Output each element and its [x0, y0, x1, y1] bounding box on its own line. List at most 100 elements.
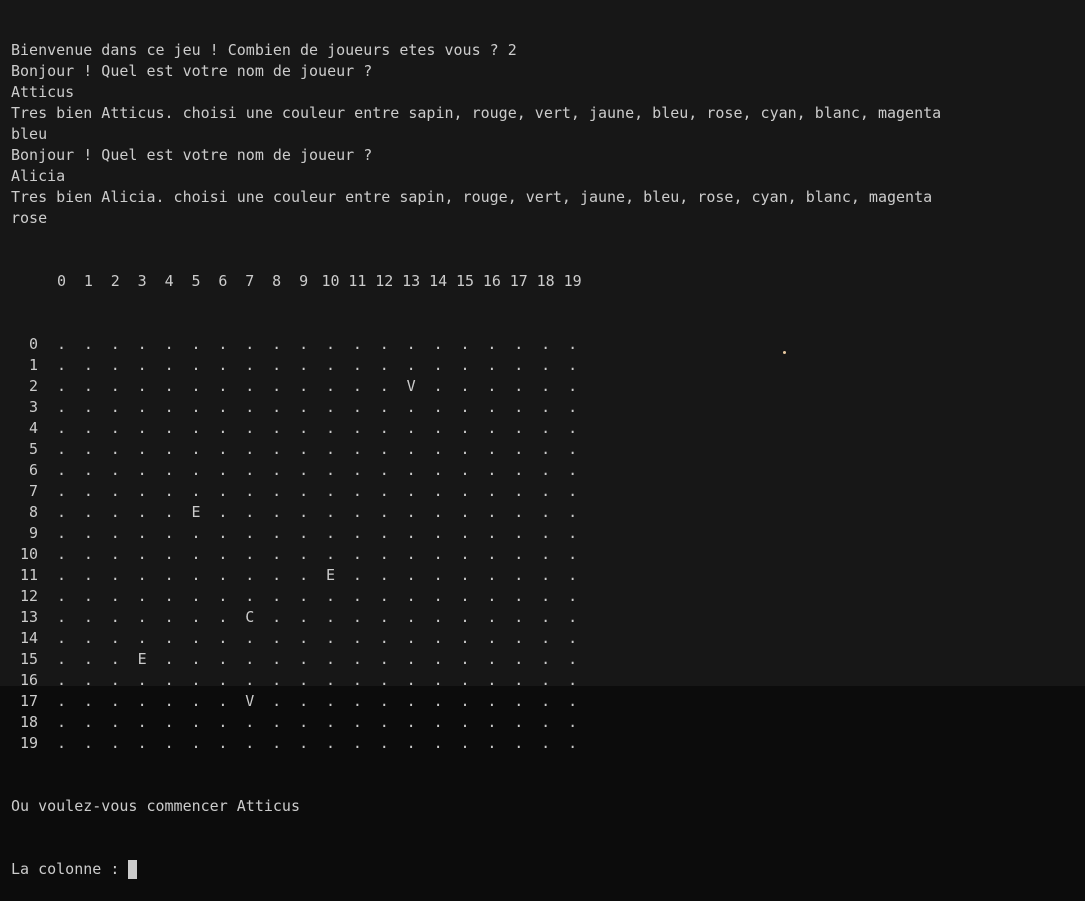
- board-empty-cell: .: [541, 398, 551, 416]
- column-label: 18: [536, 272, 555, 290]
- board-empty-cell: .: [325, 440, 336, 458]
- board-empty-cell: .: [164, 608, 174, 626]
- board-empty-cell: .: [406, 356, 416, 374]
- board-empty-cell: .: [218, 461, 228, 479]
- board-empty-cell: .: [406, 335, 416, 353]
- board-empty-cell: .: [460, 482, 470, 500]
- board-empty-cell: .: [568, 335, 578, 353]
- board-empty-cell: .: [568, 713, 578, 731]
- board-empty-cell: .: [83, 356, 93, 374]
- board-empty-cell: .: [352, 566, 362, 584]
- board-empty-cell: .: [164, 650, 174, 668]
- input-line[interactable]: La colonne :: [11, 859, 941, 880]
- board-empty-cell: .: [56, 692, 67, 710]
- board-row: 1....................: [11, 355, 591, 376]
- board-empty-cell: .: [218, 713, 228, 731]
- board-empty-cell: .: [379, 335, 389, 353]
- board-empty-cell: .: [379, 545, 389, 563]
- board-empty-cell: .: [487, 650, 497, 668]
- row-label: 3: [28, 398, 38, 416]
- board-empty-cell: .: [272, 482, 282, 500]
- board-empty-cell: .: [406, 587, 416, 605]
- board-empty-cell: .: [379, 398, 389, 416]
- board-empty-cell: .: [299, 566, 309, 584]
- board-piece: V: [245, 692, 255, 710]
- board-empty-cell: .: [433, 482, 443, 500]
- board-empty-cell: .: [83, 566, 93, 584]
- board-empty-cell: .: [218, 482, 228, 500]
- column-label: 11: [348, 272, 367, 290]
- column-label: 0: [56, 272, 67, 290]
- board-empty-cell: .: [433, 461, 443, 479]
- board-empty-cell: .: [299, 608, 309, 626]
- board-empty-cell: .: [406, 650, 416, 668]
- board-empty-cell: .: [514, 629, 524, 647]
- column-label: 4: [164, 272, 174, 290]
- column-label: 13: [402, 272, 421, 290]
- board-empty-cell: .: [110, 692, 120, 710]
- board-empty-cell: .: [460, 629, 470, 647]
- board-empty-cell: .: [245, 356, 255, 374]
- board-empty-cell: .: [352, 482, 362, 500]
- board-empty-cell: .: [245, 524, 255, 542]
- board-empty-cell: .: [83, 524, 93, 542]
- board-empty-cell: .: [110, 524, 120, 542]
- row-label: 14: [19, 629, 38, 647]
- board-empty-cell: .: [514, 524, 524, 542]
- board-empty-cell: .: [352, 587, 362, 605]
- board-empty-cell: .: [406, 566, 416, 584]
- board-empty-cell: .: [406, 545, 416, 563]
- board-empty-cell: .: [325, 671, 336, 689]
- board-empty-cell: .: [56, 482, 67, 500]
- board-empty-cell: .: [433, 608, 443, 626]
- board-empty-cell: .: [325, 692, 336, 710]
- board-empty-cell: .: [487, 335, 497, 353]
- board-empty-cell: .: [541, 566, 551, 584]
- board-empty-cell: .: [299, 356, 309, 374]
- board-row: 7....................: [11, 481, 591, 502]
- board-empty-cell: .: [191, 335, 201, 353]
- row-label: 2: [28, 377, 38, 395]
- board-empty-cell: .: [352, 356, 362, 374]
- board-empty-cell: .: [406, 419, 416, 437]
- board-empty-cell: .: [272, 629, 282, 647]
- terminal-line: Alicia: [11, 167, 66, 185]
- board-empty-cell: .: [460, 503, 470, 521]
- board-empty-cell: .: [56, 734, 67, 752]
- terminal-line: Tres bien Alicia. choisi une couleur ent…: [11, 188, 933, 206]
- board-empty-cell: .: [325, 734, 336, 752]
- board-empty-cell: .: [137, 713, 147, 731]
- board-empty-cell: .: [110, 566, 120, 584]
- board-empty-cell: .: [325, 608, 336, 626]
- board-empty-cell: .: [325, 482, 336, 500]
- board-empty-cell: .: [299, 734, 309, 752]
- board-empty-cell: .: [487, 692, 497, 710]
- board-empty-cell: .: [272, 713, 282, 731]
- row-label: 10: [19, 545, 38, 563]
- board-empty-cell: .: [433, 398, 443, 416]
- column-label: 15: [455, 272, 475, 290]
- board-empty-cell: .: [110, 377, 120, 395]
- board-empty-cell: .: [299, 461, 309, 479]
- row-label: 18: [19, 713, 38, 731]
- board-empty-cell: .: [325, 650, 336, 668]
- board-empty-cell: .: [56, 398, 67, 416]
- board-empty-cell: .: [433, 713, 443, 731]
- board-empty-cell: .: [137, 461, 147, 479]
- board-empty-cell: .: [218, 356, 228, 374]
- board-empty-cell: .: [272, 461, 282, 479]
- board-empty-cell: .: [56, 713, 67, 731]
- terminal-line: rose: [11, 209, 48, 227]
- board-empty-cell: .: [245, 629, 255, 647]
- column-label: 14: [429, 272, 448, 290]
- column-label: 12: [375, 272, 394, 290]
- board-empty-cell: .: [487, 524, 497, 542]
- board-empty-cell: .: [379, 356, 389, 374]
- board-empty-cell: .: [83, 650, 93, 668]
- board-empty-cell: .: [272, 650, 282, 668]
- board-empty-cell: .: [83, 377, 93, 395]
- board-empty-cell: .: [568, 482, 578, 500]
- board-empty-cell: .: [218, 335, 228, 353]
- board-empty-cell: .: [164, 587, 174, 605]
- board-empty-cell: .: [164, 482, 174, 500]
